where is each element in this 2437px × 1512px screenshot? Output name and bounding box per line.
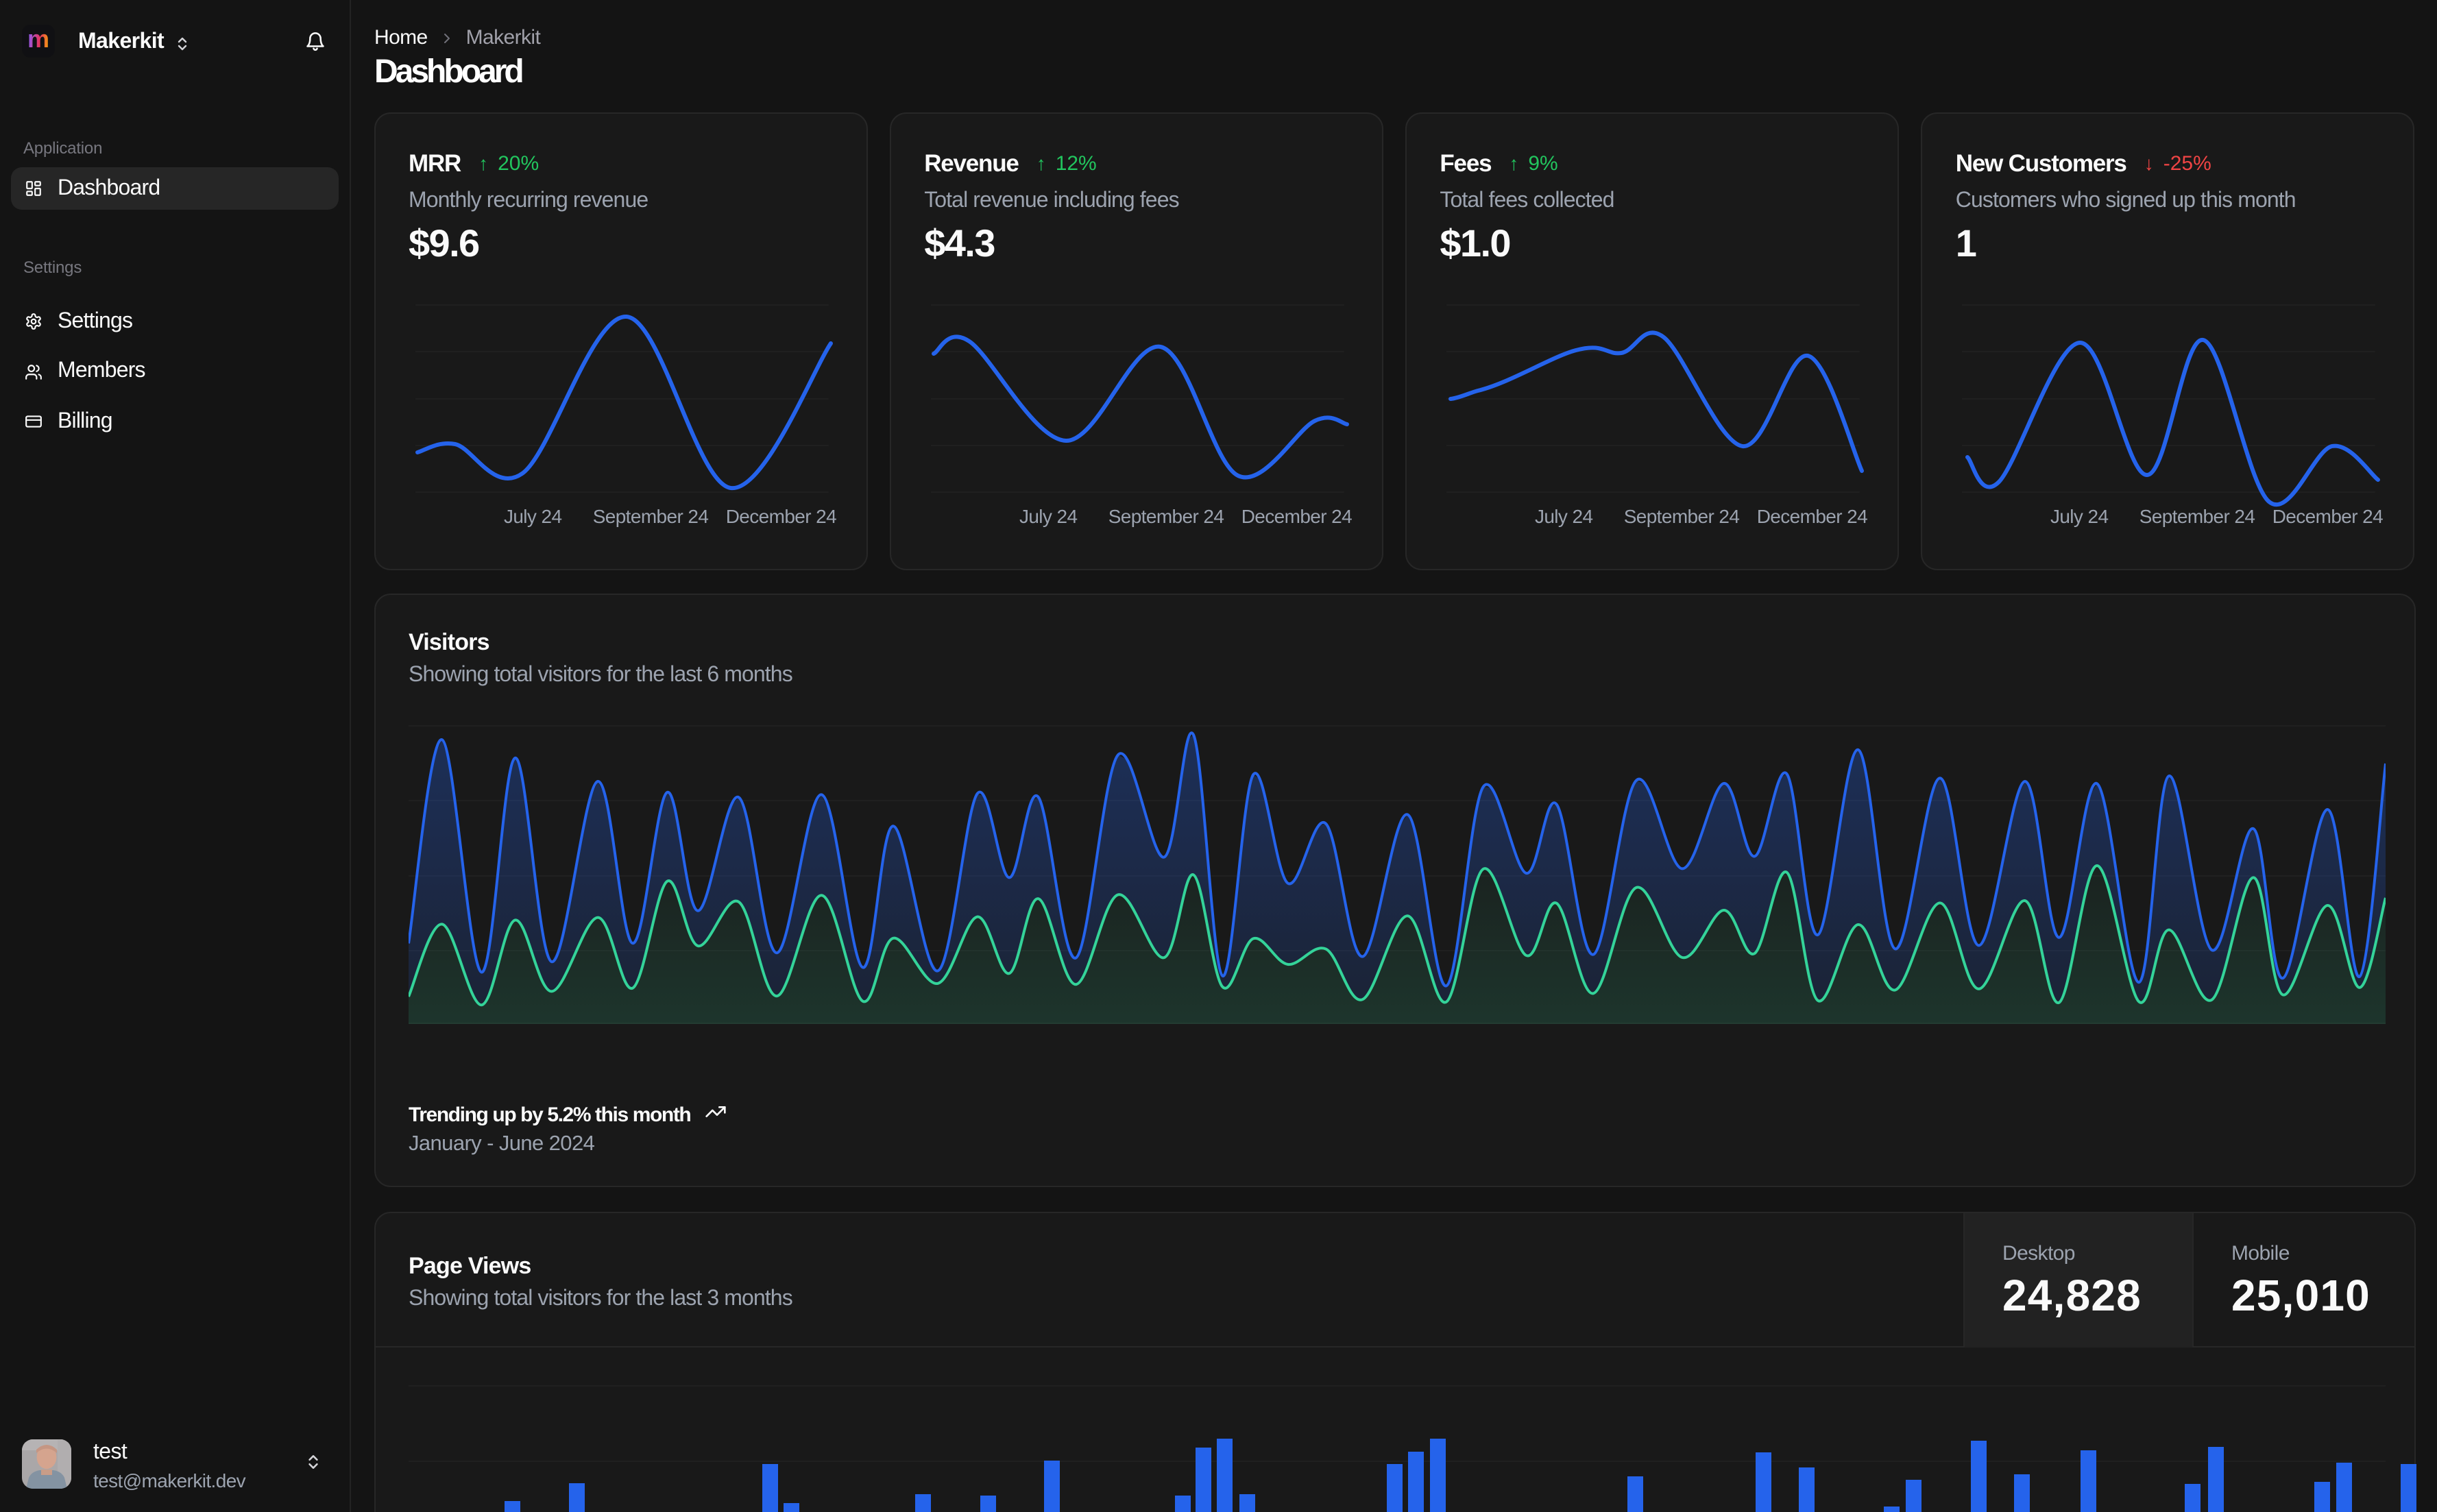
- svg-text:December 24: December 24: [2272, 506, 2383, 527]
- svg-text:July 24: July 24: [504, 506, 562, 527]
- svg-text:July 24: July 24: [2051, 506, 2109, 527]
- svg-text:September 24: September 24: [593, 506, 709, 527]
- svg-text:September 24: September 24: [1624, 506, 1740, 527]
- svg-text:September 24: September 24: [2139, 506, 2255, 527]
- svg-text:September 24: September 24: [1108, 506, 1224, 527]
- svg-text:December 24: December 24: [1241, 506, 1352, 527]
- svg-text:December 24: December 24: [1757, 506, 1867, 527]
- svg-text:July 24: July 24: [1019, 506, 1078, 527]
- svg-text:December 24: December 24: [726, 506, 836, 527]
- svg-text:July 24: July 24: [1535, 506, 1593, 527]
